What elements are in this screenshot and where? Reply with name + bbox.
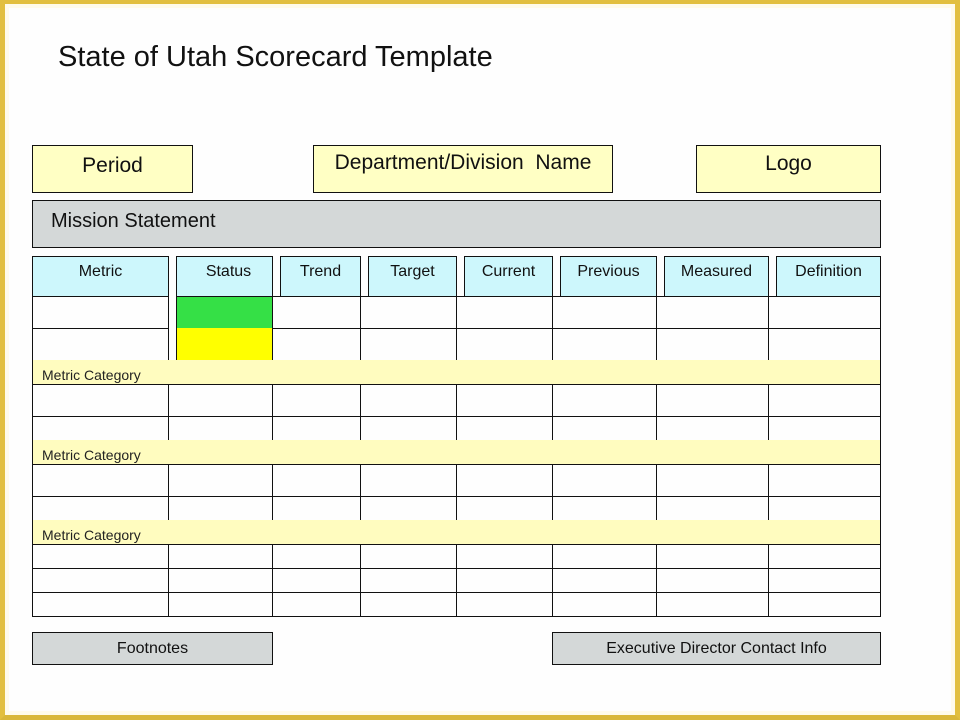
table-cell-definition[interactable] — [768, 568, 881, 593]
table-cell-current[interactable] — [456, 464, 553, 497]
table-cell-measured[interactable] — [656, 296, 769, 329]
table-cell-definition[interactable] — [768, 464, 881, 497]
table-cell-trend[interactable] — [272, 328, 361, 361]
table-cell-status[interactable] — [168, 384, 273, 417]
table-cell-current[interactable] — [456, 544, 553, 569]
mission-statement-label: Mission Statement — [51, 210, 216, 232]
table-cell-measured[interactable] — [656, 464, 769, 497]
table-cell-previous[interactable] — [552, 296, 657, 329]
table-cell-current[interactable] — [456, 384, 553, 417]
department-name-label: Department/Division Name — [334, 151, 592, 174]
column-header-metric: Metric — [32, 256, 169, 297]
executive-contact-label: Executive Director Contact Info — [606, 639, 827, 657]
table-cell-measured[interactable] — [656, 496, 769, 521]
table-cell-metric[interactable] — [32, 544, 169, 569]
table-cell-measured[interactable] — [656, 384, 769, 417]
table-cell-target[interactable] — [360, 416, 457, 441]
column-header-trend: Trend — [280, 256, 361, 297]
executive-contact-box[interactable]: Executive Director Contact Info — [552, 632, 881, 665]
table-cell-current[interactable] — [456, 592, 553, 617]
table-cell-previous[interactable] — [552, 544, 657, 569]
table-cell-current[interactable] — [456, 416, 553, 441]
table-cell-target[interactable] — [360, 568, 457, 593]
table-cell-trend[interactable] — [272, 464, 361, 497]
table-cell-trend[interactable] — [272, 592, 361, 617]
table-cell-current[interactable] — [456, 568, 553, 593]
table-cell-definition[interactable] — [768, 496, 881, 521]
table-cell-definition[interactable] — [768, 328, 881, 361]
table-cell-measured[interactable] — [656, 592, 769, 617]
table-cell-target[interactable] — [360, 328, 457, 361]
table-cell-trend[interactable] — [272, 296, 361, 329]
table-cell-target[interactable] — [360, 384, 457, 417]
page-title: State of Utah Scorecard Template — [58, 41, 493, 73]
table-cell-definition[interactable] — [768, 296, 881, 329]
table-cell-measured[interactable] — [656, 544, 769, 569]
table-cell-current[interactable] — [456, 496, 553, 521]
period-box[interactable]: Period — [32, 145, 193, 193]
table-cell-trend[interactable] — [272, 496, 361, 521]
logo-label: Logo — [765, 152, 812, 175]
table-cell-definition[interactable] — [768, 416, 881, 441]
table-cell-previous[interactable] — [552, 384, 657, 417]
metric-category-row[interactable]: Metric Category — [32, 520, 881, 545]
table-cell-status[interactable] — [168, 544, 273, 569]
mission-statement-box[interactable]: Mission Statement — [32, 200, 881, 248]
table-cell-metric[interactable] — [32, 592, 169, 617]
table-cell-previous[interactable] — [552, 328, 657, 361]
table-cell-previous[interactable] — [552, 464, 657, 497]
table-cell-measured[interactable] — [656, 568, 769, 593]
table-cell-target[interactable] — [360, 496, 457, 521]
logo-box[interactable]: Logo — [696, 145, 881, 193]
table-cell-metric[interactable] — [32, 464, 169, 497]
table-cell-metric[interactable] — [32, 328, 169, 361]
column-header-current: Current — [464, 256, 553, 297]
column-header-measured: Measured — [664, 256, 769, 297]
status-indicator-yellow[interactable] — [176, 328, 273, 361]
table-cell-definition[interactable] — [768, 384, 881, 417]
table-cell-definition[interactable] — [768, 592, 881, 617]
table-cell-status[interactable] — [168, 464, 273, 497]
table-cell-previous[interactable] — [552, 496, 657, 521]
table-cell-previous[interactable] — [552, 416, 657, 441]
table-cell-metric[interactable] — [32, 296, 169, 329]
table-cell-status[interactable] — [168, 496, 273, 521]
footnotes-label: Footnotes — [116, 639, 189, 657]
table-cell-metric[interactable] — [32, 496, 169, 521]
table-cell-current[interactable] — [456, 328, 553, 361]
department-name-box[interactable]: Department/Division Name — [313, 145, 613, 193]
table-cell-metric[interactable] — [32, 568, 169, 593]
table-cell-target[interactable] — [360, 592, 457, 617]
table-cell-status[interactable] — [168, 416, 273, 441]
table-cell-measured[interactable] — [656, 416, 769, 441]
table-cell-target[interactable] — [360, 296, 457, 329]
table-cell-target[interactable] — [360, 464, 457, 497]
table-cell-previous[interactable] — [552, 568, 657, 593]
table-cell-current[interactable] — [456, 296, 553, 329]
metric-category-row[interactable]: Metric Category — [32, 360, 881, 385]
table-cell-definition[interactable] — [768, 544, 881, 569]
table-cell-metric[interactable] — [32, 416, 169, 441]
table-cell-trend[interactable] — [272, 416, 361, 441]
column-header-target: Target — [368, 256, 457, 297]
metric-category-row[interactable]: Metric Category — [32, 440, 881, 465]
period-label: Period — [82, 154, 143, 177]
table-cell-metric[interactable] — [32, 384, 169, 417]
column-header-previous: Previous — [560, 256, 657, 297]
column-header-definition: Definition — [776, 256, 881, 297]
column-header-status: Status — [176, 256, 273, 297]
table-cell-status[interactable] — [168, 592, 273, 617]
table-cell-trend[interactable] — [272, 544, 361, 569]
status-indicator-green[interactable] — [176, 296, 273, 329]
footnotes-box[interactable]: Footnotes — [32, 632, 273, 665]
table-cell-trend[interactable] — [272, 568, 361, 593]
table-cell-measured[interactable] — [656, 328, 769, 361]
table-cell-status[interactable] — [168, 568, 273, 593]
table-cell-trend[interactable] — [272, 384, 361, 417]
table-cell-previous[interactable] — [552, 592, 657, 617]
table-cell-target[interactable] — [360, 544, 457, 569]
